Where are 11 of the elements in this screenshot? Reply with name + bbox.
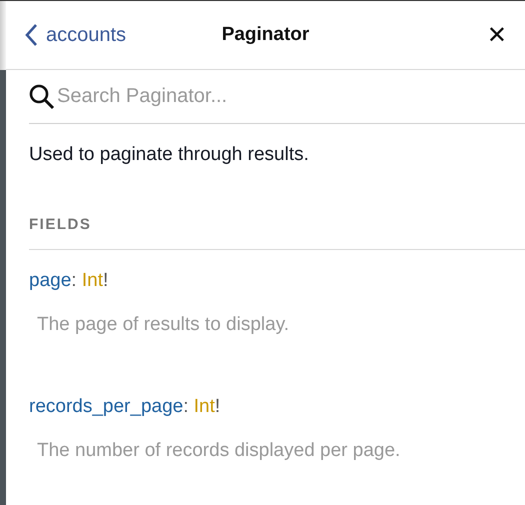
field-description: The number of records displayed per page.: [37, 440, 402, 462]
search-icon: [29, 84, 55, 110]
section-heading: FIELDS: [29, 216, 92, 233]
field-description: The page of results to display.: [37, 314, 290, 336]
close-button[interactable]: ✕: [486, 21, 507, 49]
back-link[interactable]: accounts: [24, 23, 185, 47]
chevron-left-icon: [24, 23, 38, 47]
field-signature: page: Int!: [29, 270, 110, 292]
panel-title: Paginator: [220, 24, 310, 46]
field-signature: records_per_page: Int!: [29, 396, 222, 418]
type-description: Used to paginate through results.: [29, 144, 310, 166]
